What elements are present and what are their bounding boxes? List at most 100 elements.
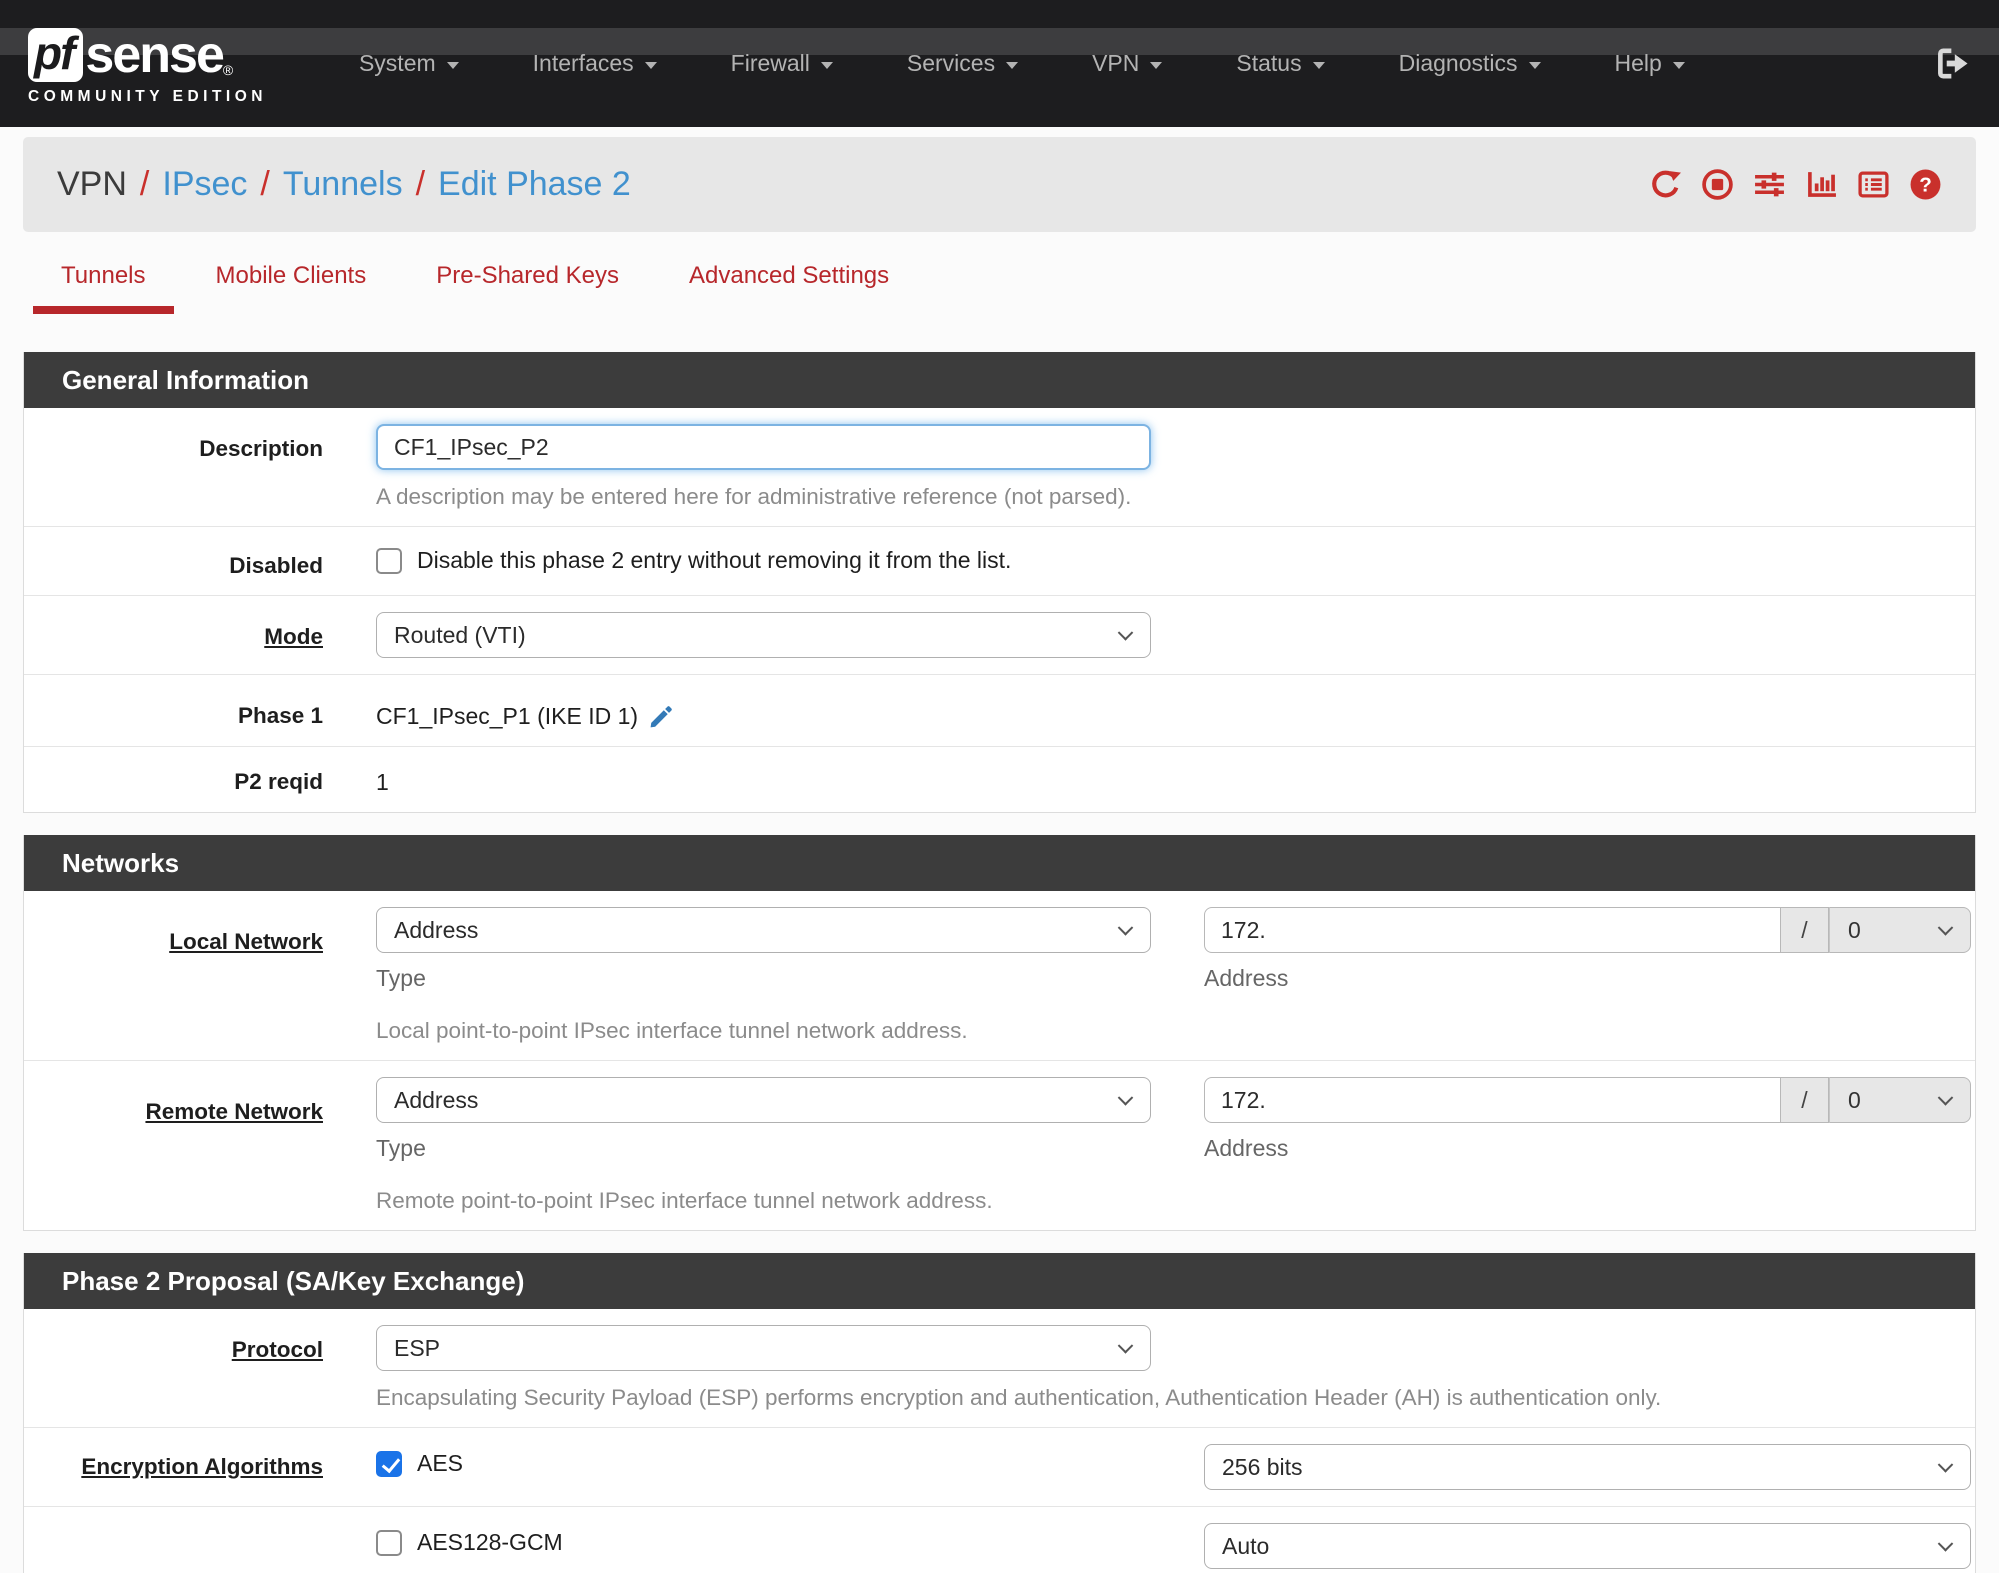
local-network-prefix-select[interactable]: 0 — [1829, 907, 1971, 953]
logo-pf-mark: pf — [28, 27, 84, 82]
remote-network-label: Remote Network — [145, 1099, 323, 1124]
sign-out-icon[interactable] — [1934, 45, 1971, 82]
mode-label: Mode — [264, 624, 323, 649]
logo-sense-text: sense — [85, 25, 224, 84]
logo-registered-mark: ® — [222, 61, 234, 78]
aes-keylen-select[interactable]: 256 bits — [1204, 1444, 1971, 1490]
panel-title: Phase 2 Proposal (SA/Key Exchange) — [24, 1253, 1975, 1309]
chevron-down-icon — [1150, 61, 1163, 69]
menu-firewall[interactable]: Firewall — [694, 50, 870, 77]
remote-network-help: Remote point-to-point IPsec interface tu… — [376, 1188, 993, 1213]
protocol-label: Protocol — [231, 1337, 323, 1362]
aes-checkbox[interactable] — [376, 1450, 402, 1477]
remote-network-type-select[interactable]: Address — [376, 1077, 1151, 1123]
log-icon[interactable] — [1857, 168, 1890, 201]
description-label: Description — [199, 436, 323, 461]
tab-pre-shared-keys[interactable]: Pre-Shared Keys — [408, 262, 647, 314]
general-information-panel: General Information Description A descri… — [23, 352, 1976, 813]
local-network-type-select[interactable]: Address — [376, 907, 1151, 953]
edit-pencil-icon[interactable] — [648, 704, 674, 730]
chart-bar-icon[interactable] — [1805, 168, 1838, 201]
aes128gcm-checkbox[interactable] — [376, 1529, 402, 1556]
svg-text:?: ? — [1919, 174, 1932, 197]
breadcrumb-bar: VPN / IPsec / Tunnels / Edit Phase 2 ? — [23, 137, 1976, 232]
sliders-icon[interactable] — [1753, 168, 1786, 201]
breadcrumb-vpn: VPN — [57, 165, 127, 203]
tab-mobile-clients[interactable]: Mobile Clients — [188, 262, 395, 314]
chevron-down-icon — [644, 61, 657, 69]
phase1-label: Phase 1 — [237, 703, 323, 728]
tab-advanced-settings[interactable]: Advanced Settings — [661, 262, 917, 314]
menu-system[interactable]: System — [322, 50, 496, 77]
remote-network-prefix-select[interactable]: 0 — [1829, 1077, 1971, 1123]
chevron-down-icon — [446, 61, 459, 69]
encryption-row-aes128gcm: AES128-GCM Auto — [24, 1507, 1975, 1573]
chevron-down-icon — [820, 61, 833, 69]
refresh-icon[interactable] — [1649, 168, 1682, 201]
panel-title: General Information — [24, 352, 1975, 408]
breadcrumb-edit-phase2[interactable]: Edit Phase 2 — [438, 165, 631, 204]
phase1-row: Phase 1 CF1_IPsec_P1 (IKE ID 1) — [24, 675, 1975, 747]
menu-services[interactable]: Services — [870, 50, 1055, 77]
main-menu: System Interfaces Firewall Services VPN … — [322, 50, 1722, 77]
chevron-down-icon — [1006, 61, 1019, 69]
chevron-down-icon — [1937, 1090, 1954, 1106]
mode-select[interactable]: Routed (VTI) — [376, 612, 1151, 658]
disabled-checkbox[interactable] — [376, 547, 402, 574]
page-action-icons: ? — [1649, 168, 1942, 201]
phase1-value: CF1_IPsec_P1 (IKE ID 1) — [376, 703, 639, 729]
p2reqid-value: 1 — [376, 769, 389, 795]
protocol-row: Protocol ESP Encapsulating Security Payl… — [24, 1309, 1975, 1428]
chevron-down-icon — [1528, 61, 1541, 69]
pfsense-page: pf sense ® COMMUNITY EDITION System Inte… — [0, 0, 1999, 1573]
section-tabs: Tunnels Mobile Clients Pre-Shared Keys A… — [23, 262, 1976, 314]
tab-tunnels[interactable]: Tunnels — [33, 262, 174, 314]
panel-title: Networks — [24, 835, 1975, 891]
stop-icon[interactable] — [1701, 168, 1734, 201]
menu-help[interactable]: Help — [1578, 50, 1722, 77]
breadcrumb-tunnels[interactable]: Tunnels — [283, 165, 403, 204]
menu-status[interactable]: Status — [1199, 50, 1361, 77]
chevron-down-icon — [1117, 920, 1134, 936]
help-icon[interactable]: ? — [1909, 168, 1942, 201]
disabled-label: Disabled — [229, 553, 323, 578]
breadcrumb-separator: / — [139, 165, 150, 203]
chevron-down-icon — [1117, 1090, 1134, 1106]
menu-interfaces[interactable]: Interfaces — [496, 50, 694, 77]
description-input[interactable] — [376, 424, 1151, 470]
menu-diagnostics[interactable]: Diagnostics — [1362, 50, 1578, 77]
disabled-checkbox-label: Disable this phase 2 entry without remov… — [417, 547, 1012, 573]
chevron-down-icon — [1117, 625, 1134, 641]
remote-address-caption: Address — [1204, 1135, 1289, 1161]
local-network-label: Local Network — [169, 929, 323, 954]
chevron-down-icon — [1312, 61, 1325, 69]
menu-vpn[interactable]: VPN — [1055, 50, 1199, 77]
pfsense-logo[interactable]: pf sense ® COMMUNITY EDITION — [28, 25, 267, 106]
local-network-address-input[interactable] — [1204, 907, 1781, 953]
chevron-down-icon — [1937, 1457, 1954, 1473]
remote-type-caption: Type — [376, 1135, 426, 1161]
local-address-caption: Address — [1204, 965, 1289, 991]
aes-label: AES — [417, 1450, 464, 1476]
breadcrumb-ipsec[interactable]: IPsec — [162, 165, 247, 204]
slash-addon: / — [1781, 907, 1829, 953]
protocol-help: Encapsulating Security Payload (ESP) per… — [376, 1385, 1662, 1410]
local-network-help: Local point-to-point IPsec interface tun… — [376, 1018, 968, 1043]
networks-panel: Networks Local Network Address Type / — [23, 835, 1976, 1231]
encryption-row-aes: Encryption Algorithms AES 256 bits — [24, 1428, 1975, 1507]
local-type-caption: Type — [376, 965, 426, 991]
remote-network-address-input[interactable] — [1204, 1077, 1781, 1123]
encryption-algorithms-label: Encryption Algorithms — [81, 1454, 323, 1479]
chevron-down-icon — [1672, 61, 1685, 69]
slash-addon: / — [1781, 1077, 1829, 1123]
logo-subtitle: COMMUNITY EDITION — [28, 87, 267, 105]
disabled-row: Disabled Disable this phase 2 entry with… — [24, 527, 1975, 596]
top-navbar: pf sense ® COMMUNITY EDITION System Inte… — [0, 0, 1999, 127]
breadcrumb-separator: / — [260, 165, 270, 203]
mode-row: Mode Routed (VTI) — [24, 596, 1975, 675]
protocol-select[interactable]: ESP — [376, 1325, 1151, 1371]
aes128gcm-keylen-select[interactable]: Auto — [1204, 1523, 1971, 1569]
chevron-down-icon — [1117, 1338, 1134, 1354]
breadcrumb-separator: / — [415, 165, 426, 203]
remote-network-row: Remote Network Address Type / — [24, 1061, 1975, 1230]
